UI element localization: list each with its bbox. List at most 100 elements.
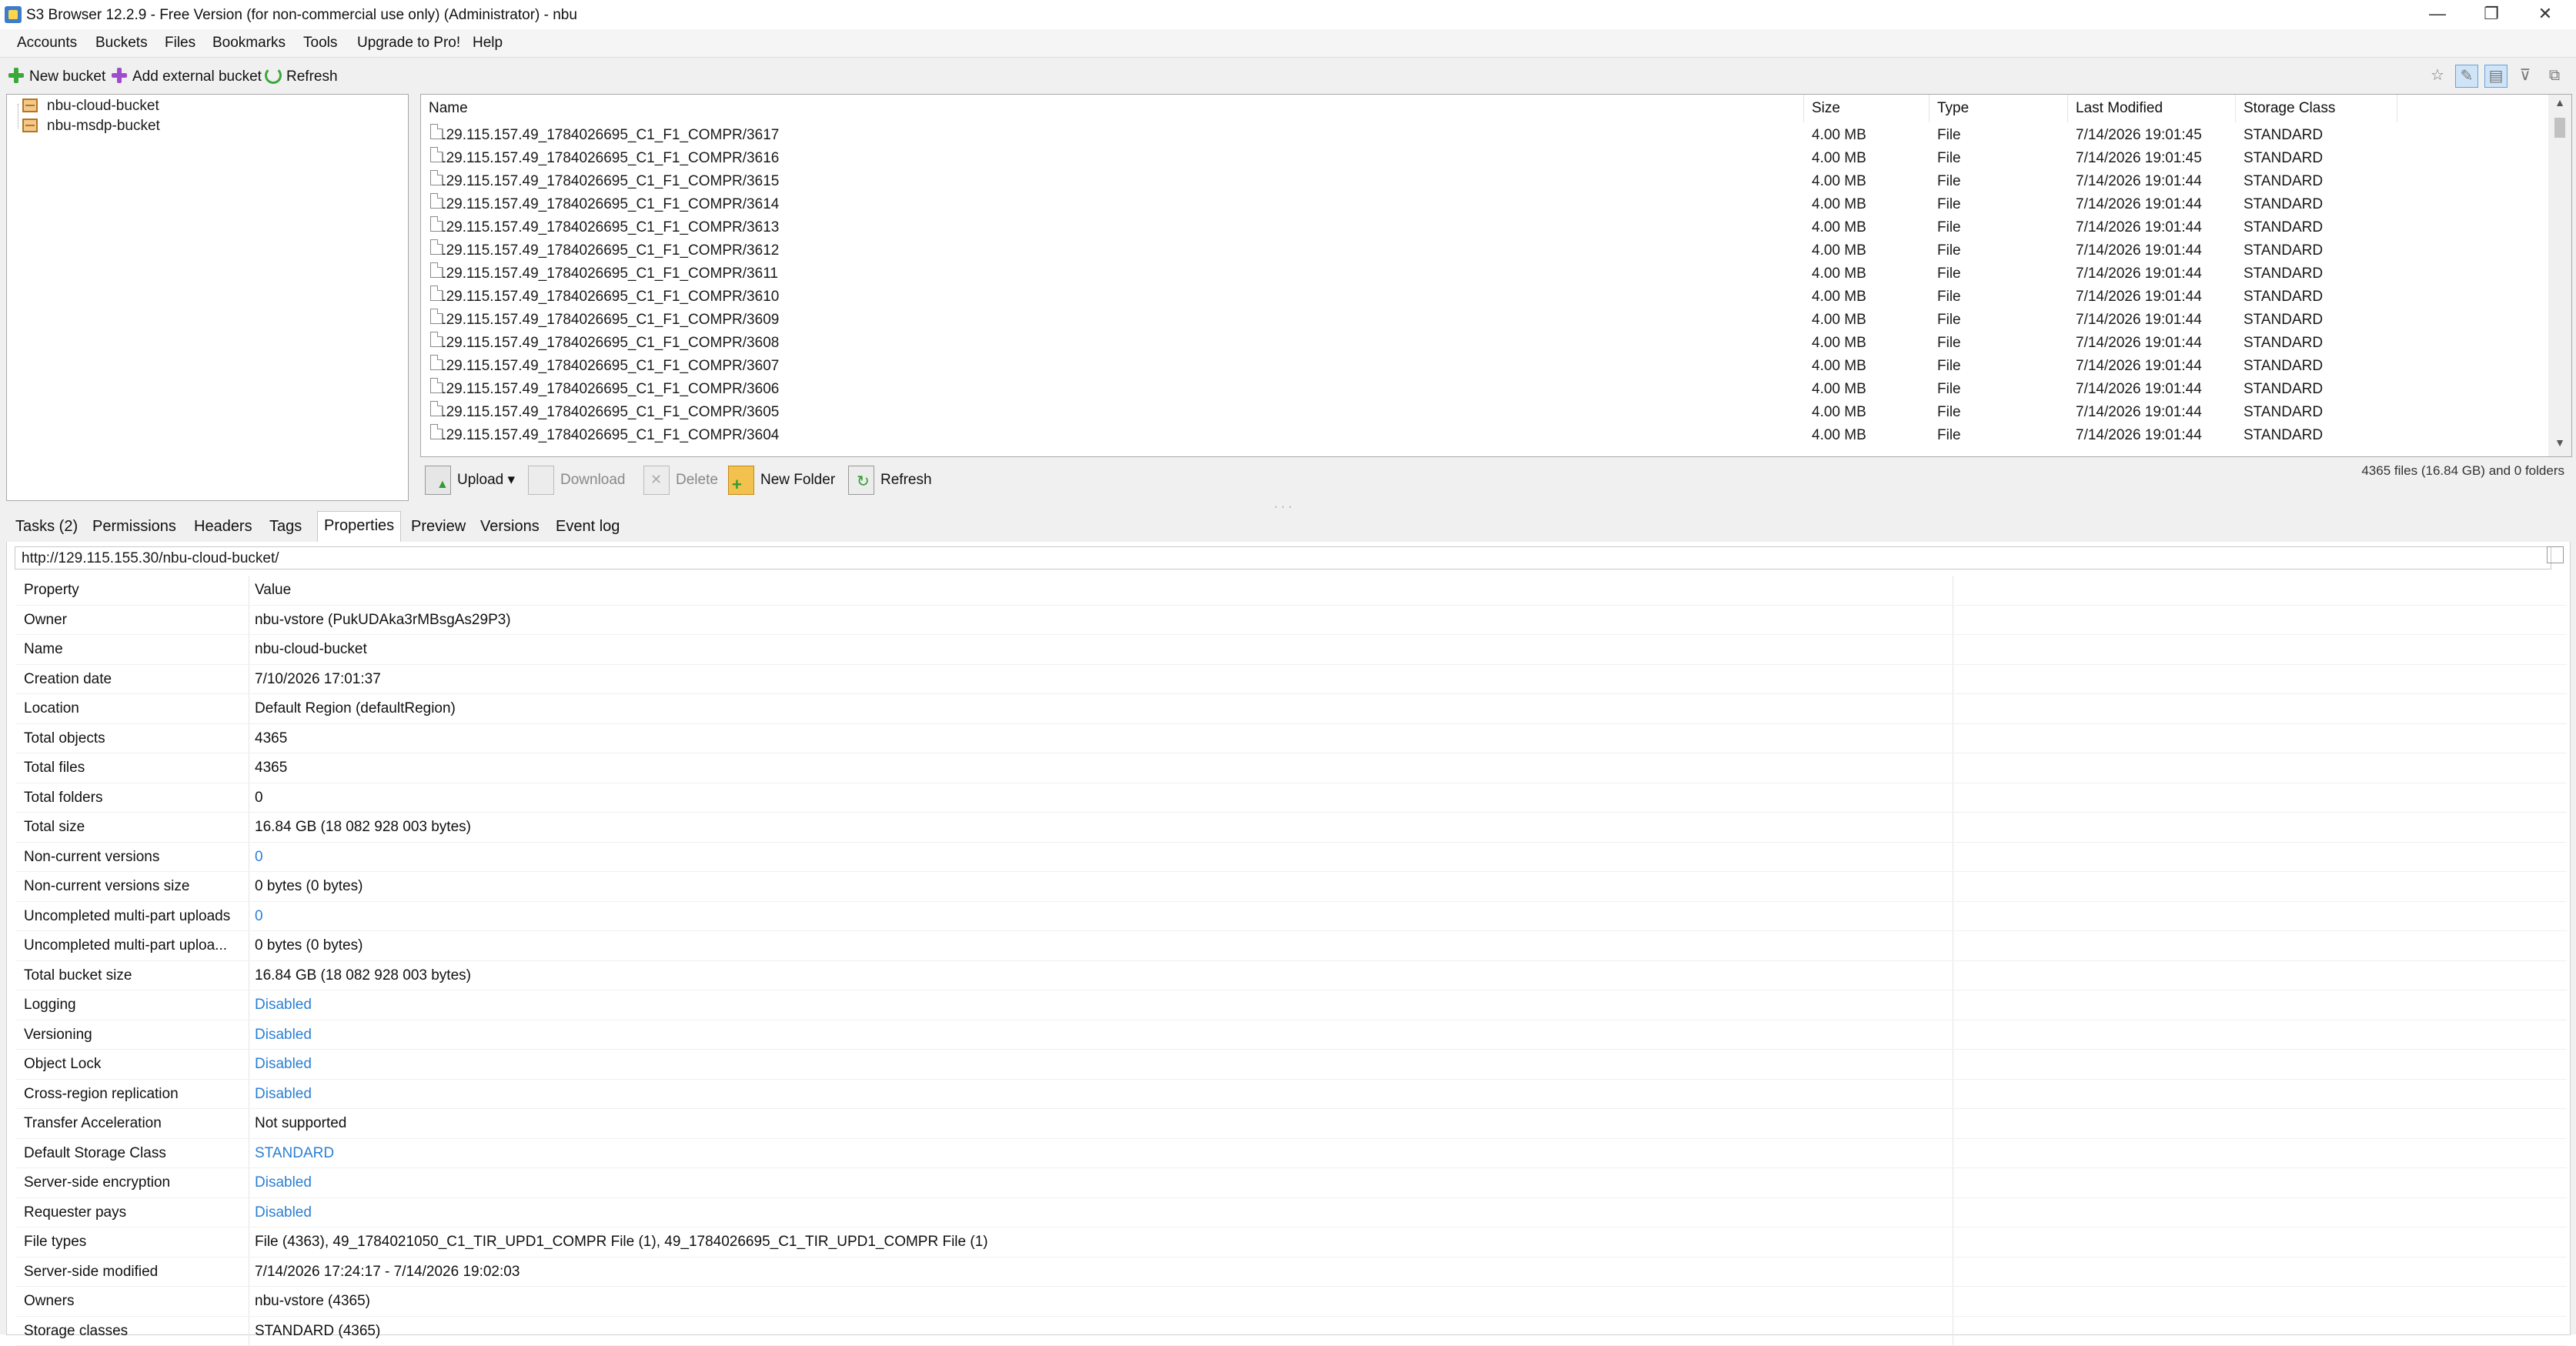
file-row[interactable]: 129.115.157.49_1784026695_C1_F1_COMPR/36… (421, 355, 2545, 378)
property-key: Total bucket size (24, 961, 255, 990)
property-row: Storage classesSTANDARD (4365) (16, 1317, 2567, 1346)
file-row[interactable]: 129.115.157.49_1784026695_C1_F1_COMPR/36… (421, 378, 2545, 401)
add-external-bucket-button[interactable]: Add external bucket (111, 65, 262, 89)
property-value-link[interactable]: Disabled (255, 1050, 312, 1078)
file-row[interactable]: 129.115.157.49_1784026695_C1_F1_COMPR/36… (421, 332, 2545, 355)
property-key: Total size (24, 813, 255, 841)
property-value-link[interactable]: Disabled (255, 1080, 312, 1108)
download-button[interactable]: Download (528, 463, 626, 497)
file-row[interactable]: 129.115.157.49_1784026695_C1_F1_COMPR/36… (421, 216, 2545, 239)
file-type: File (1937, 286, 1961, 309)
menu-help[interactable]: Help (465, 29, 510, 57)
property-value: nbu-cloud-bucket (255, 635, 367, 663)
new-bucket-button[interactable]: New bucket (8, 65, 105, 89)
path-input[interactable] (420, 63, 2414, 88)
property-key: Server-side encryption (24, 1168, 255, 1197)
file-row[interactable]: 129.115.157.49_1784026695_C1_F1_COMPR/36… (421, 170, 2545, 193)
property-value: 7/14/2026 17:24:17 - 7/14/2026 19:02:03 (255, 1257, 520, 1286)
file-row[interactable]: 129.115.157.49_1784026695_C1_F1_COMPR/36… (421, 262, 2545, 286)
column-last-modified[interactable]: Last Modified (2068, 95, 2236, 122)
menu-bookmarks[interactable]: Bookmarks (205, 29, 293, 57)
bucket-name: nbu-cloud-bucket (47, 98, 159, 114)
value-column-header[interactable]: Value (255, 576, 291, 604)
tab-versions[interactable]: Versions (474, 513, 546, 540)
scrollbar-thumb[interactable] (2554, 118, 2565, 138)
file-row[interactable]: 129.115.157.49_1784026695_C1_F1_COMPR/36… (421, 401, 2545, 424)
file-type: File (1937, 332, 1961, 355)
file-row[interactable]: 129.115.157.49_1784026695_C1_F1_COMPR/36… (421, 124, 2545, 147)
property-value-link[interactable]: Disabled (255, 990, 312, 1019)
file-icon (430, 170, 443, 185)
bucket-item-nbu-msdp-bucket[interactable]: nbu-msdp-bucket (22, 116, 160, 136)
file-row[interactable]: 129.115.157.49_1784026695_C1_F1_COMPR/36… (421, 424, 2545, 447)
property-value: 0 (255, 783, 263, 812)
s3-browser-window: S3 Browser 12.2.9 - Free Version (for no… (0, 0, 2576, 1334)
upload-button[interactable]: Upload ▾ (425, 463, 515, 497)
property-value-link[interactable]: 0 (255, 843, 263, 871)
refresh-buckets-button[interactable]: Refresh (265, 65, 338, 89)
minimize-button[interactable]: — (2407, 0, 2468, 29)
column-name[interactable]: Name (421, 95, 1804, 122)
tab-tags[interactable]: Tags (263, 513, 308, 540)
file-name-cell: 129.115.157.49_1784026695_C1_F1_COMPR/36… (430, 378, 779, 401)
property-row: Total folders0 (16, 783, 2567, 813)
refresh-files-button[interactable]: Refresh (848, 463, 932, 497)
tab-event-log[interactable]: Event log (550, 513, 626, 540)
property-row: Total size16.84 GB (18 082 928 003 bytes… (16, 813, 2567, 843)
property-row: Namenbu-cloud-bucket (16, 635, 2567, 665)
bookmark-icon[interactable]: ☆ (2426, 65, 2449, 88)
bucket-url-field[interactable]: http://129.115.155.30/nbu-cloud-bucket/ (15, 546, 2551, 569)
property-value-link[interactable]: 0 (255, 902, 263, 930)
file-list-scrollbar[interactable]: ▲ ▼ (2548, 95, 2571, 456)
file-type: File (1937, 170, 1961, 193)
file-size: 4.00 MB (1812, 355, 1866, 378)
tab-headers[interactable]: Headers (188, 513, 259, 540)
copy-icon[interactable] (2547, 546, 2564, 563)
file-name: 129.115.157.49_1784026695_C1_F1_COMPR/36… (438, 358, 779, 374)
menu-tools[interactable]: Tools (296, 29, 345, 57)
copy-icon[interactable]: ⧉ (2543, 65, 2566, 88)
file-icon (430, 147, 443, 162)
scroll-down-icon[interactable]: ▼ (2548, 436, 2571, 455)
new-folder-button[interactable]: New Folder (728, 463, 835, 497)
menu-accounts[interactable]: Accounts (9, 29, 85, 57)
property-row: Non-current versions0 (16, 843, 2567, 873)
tab-permissions[interactable]: Permissions (86, 513, 182, 540)
file-icon (430, 239, 443, 255)
delete-icon (643, 466, 670, 495)
file-row[interactable]: 129.115.157.49_1784026695_C1_F1_COMPR/36… (421, 309, 2545, 332)
property-key: Total folders (24, 783, 255, 812)
file-row[interactable]: 129.115.157.49_1784026695_C1_F1_COMPR/36… (421, 147, 2545, 170)
edit-icon[interactable]: ✎ (2455, 65, 2478, 88)
file-size: 4.00 MB (1812, 262, 1866, 286)
file-row[interactable]: 129.115.157.49_1784026695_C1_F1_COMPR/36… (421, 286, 2545, 309)
delete-button[interactable]: Delete (643, 463, 718, 497)
view-icon[interactable]: ▤ (2484, 65, 2508, 88)
tab-tasks[interactable]: Tasks (2) (9, 513, 84, 540)
file-name: 129.115.157.49_1784026695_C1_F1_COMPR/36… (438, 404, 779, 420)
menu-buckets[interactable]: Buckets (88, 29, 155, 57)
maximize-button[interactable]: ❐ (2461, 0, 2522, 29)
file-name: 129.115.157.49_1784026695_C1_F1_COMPR/36… (438, 242, 779, 259)
scroll-up-icon[interactable]: ▲ (2548, 96, 2571, 115)
menu-files[interactable]: Files (157, 29, 203, 57)
property-value-link[interactable]: STANDARD (255, 1139, 334, 1167)
column-storage-class[interactable]: Storage Class (2236, 95, 2397, 122)
filter-icon[interactable]: ⊽ (2514, 65, 2537, 88)
file-last-modified: 7/14/2026 19:01:44 (2076, 332, 2202, 355)
column-size[interactable]: Size (1804, 95, 1929, 122)
bucket-item-nbu-cloud-bucket[interactable]: nbu-cloud-bucket (22, 96, 159, 116)
file-size: 4.00 MB (1812, 147, 1866, 170)
property-value-link[interactable]: Disabled (255, 1198, 312, 1227)
file-row[interactable]: 129.115.157.49_1784026695_C1_F1_COMPR/36… (421, 193, 2545, 216)
property-row: Non-current versions size0 bytes (0 byte… (16, 872, 2567, 902)
tab-preview[interactable]: Preview (405, 513, 472, 540)
property-value-link[interactable]: Disabled (255, 1020, 312, 1049)
property-value-link[interactable]: Disabled (255, 1168, 312, 1197)
column-type[interactable]: Type (1929, 95, 2068, 122)
property-column-header[interactable]: Property (24, 576, 255, 604)
close-button[interactable]: ✕ (2514, 0, 2576, 29)
tab-properties[interactable]: Properties (317, 511, 401, 543)
file-row[interactable]: 129.115.157.49_1784026695_C1_F1_COMPR/36… (421, 239, 2545, 262)
menu-upgrade[interactable]: Upgrade to Pro! (349, 29, 468, 57)
